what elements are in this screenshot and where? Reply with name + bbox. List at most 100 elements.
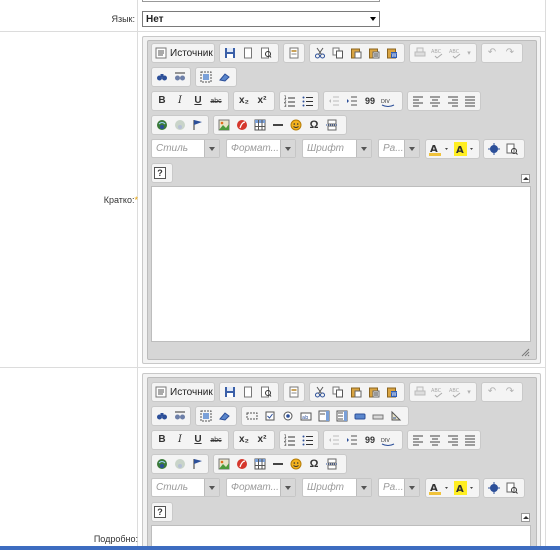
- button-field-icon[interactable]: [352, 408, 368, 424]
- maximize-icon[interactable]: [486, 141, 502, 157]
- save-icon[interactable]: [222, 45, 238, 61]
- align-left-icon[interactable]: [410, 432, 426, 448]
- redo-icon[interactable]: ↷: [502, 384, 518, 400]
- select-all-icon[interactable]: [198, 408, 214, 424]
- undo-icon[interactable]: ↶: [484, 384, 500, 400]
- align-justify-icon[interactable]: [463, 432, 479, 448]
- paste-word-icon[interactable]: W: [384, 45, 400, 61]
- language-select[interactable]: Нет: [142, 11, 380, 27]
- numbered-list-icon[interactable]: 123: [282, 93, 298, 109]
- source-button[interactable]: Источник: [154, 45, 216, 61]
- unlink-icon[interactable]: [172, 456, 188, 472]
- bulleted-list-icon[interactable]: [300, 432, 316, 448]
- new-page-icon[interactable]: [240, 45, 256, 61]
- size-combo[interactable]: Ра...: [378, 478, 420, 497]
- div-container-icon[interactable]: DIV: [380, 93, 396, 109]
- italic-button[interactable]: I: [172, 93, 188, 109]
- align-center-icon[interactable]: [428, 93, 444, 109]
- find-icon[interactable]: [154, 408, 170, 424]
- page-break-icon[interactable]: [324, 456, 340, 472]
- size-combo[interactable]: Ра...: [378, 139, 420, 158]
- special-char-button[interactable]: Ω: [306, 456, 322, 472]
- superscript-button[interactable]: x²: [254, 432, 270, 448]
- subscript-button[interactable]: x₂: [236, 93, 252, 109]
- cut-icon[interactable]: [312, 384, 328, 400]
- background-color-icon[interactable]: A: [454, 480, 478, 496]
- print-icon[interactable]: [412, 384, 428, 400]
- horizontal-rule-icon[interactable]: [270, 456, 286, 472]
- cut-icon[interactable]: [312, 45, 328, 61]
- unlink-icon[interactable]: [172, 117, 188, 133]
- image-button-icon[interactable]: [370, 408, 386, 424]
- bulleted-list-icon[interactable]: [300, 93, 316, 109]
- text-color-icon[interactable]: A: [428, 480, 452, 496]
- spellcheck-icon[interactable]: ABC: [430, 384, 446, 400]
- radio-icon[interactable]: [280, 408, 296, 424]
- style-combo[interactable]: Стиль: [151, 478, 220, 497]
- strike-button[interactable]: abc: [208, 93, 224, 109]
- underline-button[interactable]: U: [190, 93, 206, 109]
- replace-icon[interactable]: [172, 69, 188, 85]
- outdent-icon[interactable]: [326, 93, 342, 109]
- find-icon[interactable]: [154, 69, 170, 85]
- div-container-icon[interactable]: DIV: [380, 432, 396, 448]
- paste-text-icon[interactable]: [366, 384, 382, 400]
- underline-button[interactable]: U: [190, 432, 206, 448]
- templates-icon[interactable]: [286, 45, 302, 61]
- indent-icon[interactable]: [344, 432, 360, 448]
- undo-icon[interactable]: ↶: [484, 45, 500, 61]
- templates-icon[interactable]: [286, 384, 302, 400]
- text-field-icon[interactable]: ab: [298, 408, 314, 424]
- format-combo[interactable]: Формат...: [226, 139, 296, 158]
- image-icon[interactable]: [216, 117, 232, 133]
- print-icon[interactable]: [412, 45, 428, 61]
- preview-icon[interactable]: [258, 45, 274, 61]
- anchor-flag-icon[interactable]: [190, 456, 206, 472]
- form-icon[interactable]: [244, 408, 260, 424]
- link-icon[interactable]: [154, 117, 170, 133]
- about-button[interactable]: ?: [154, 506, 166, 518]
- collapse-toolbar-button[interactable]: [521, 513, 530, 522]
- redo-icon[interactable]: ↷: [502, 45, 518, 61]
- replace-icon[interactable]: [172, 408, 188, 424]
- anchor-flag-icon[interactable]: [190, 117, 206, 133]
- format-combo[interactable]: Формат...: [226, 478, 296, 497]
- background-color-icon[interactable]: A: [454, 141, 478, 157]
- short-text-area[interactable]: [151, 186, 531, 342]
- align-center-icon[interactable]: [428, 432, 444, 448]
- special-char-button[interactable]: Ω: [306, 117, 322, 133]
- image-icon[interactable]: [216, 456, 232, 472]
- textarea-icon[interactable]: [316, 408, 332, 424]
- table-icon[interactable]: [252, 117, 268, 133]
- chevron-down-icon[interactable]: ▾: [466, 384, 472, 400]
- paste-icon[interactable]: [348, 45, 364, 61]
- flash-icon[interactable]: [234, 456, 250, 472]
- text-color-icon[interactable]: A: [428, 141, 452, 157]
- previous-field-input[interactable]: [142, 0, 380, 2]
- indent-icon[interactable]: [344, 93, 360, 109]
- maximize-icon[interactable]: [486, 480, 502, 496]
- show-blocks-icon[interactable]: [504, 141, 520, 157]
- paste-text-icon[interactable]: [366, 45, 382, 61]
- save-icon[interactable]: [222, 384, 238, 400]
- horizontal-rule-icon[interactable]: [270, 117, 286, 133]
- scayt-icon[interactable]: ABC: [448, 45, 464, 61]
- preview-icon[interactable]: [258, 384, 274, 400]
- resize-handle-icon[interactable]: [521, 348, 530, 357]
- align-right-icon[interactable]: [445, 93, 461, 109]
- smiley-icon[interactable]: [288, 456, 304, 472]
- italic-button[interactable]: I: [172, 432, 188, 448]
- bold-button[interactable]: B: [154, 432, 170, 448]
- link-icon[interactable]: [154, 456, 170, 472]
- select-all-icon[interactable]: [198, 69, 214, 85]
- select-field-icon[interactable]: [334, 408, 350, 424]
- table-icon[interactable]: [252, 456, 268, 472]
- blockquote-button[interactable]: 99: [362, 93, 378, 109]
- font-combo[interactable]: Шрифт: [302, 139, 372, 158]
- blockquote-button[interactable]: 99: [362, 432, 378, 448]
- superscript-button[interactable]: x²: [254, 93, 270, 109]
- scayt-icon[interactable]: ABC: [448, 384, 464, 400]
- source-button[interactable]: Источник: [154, 384, 216, 400]
- font-combo[interactable]: Шрифт: [302, 478, 372, 497]
- collapse-toolbar-button[interactable]: [521, 174, 530, 183]
